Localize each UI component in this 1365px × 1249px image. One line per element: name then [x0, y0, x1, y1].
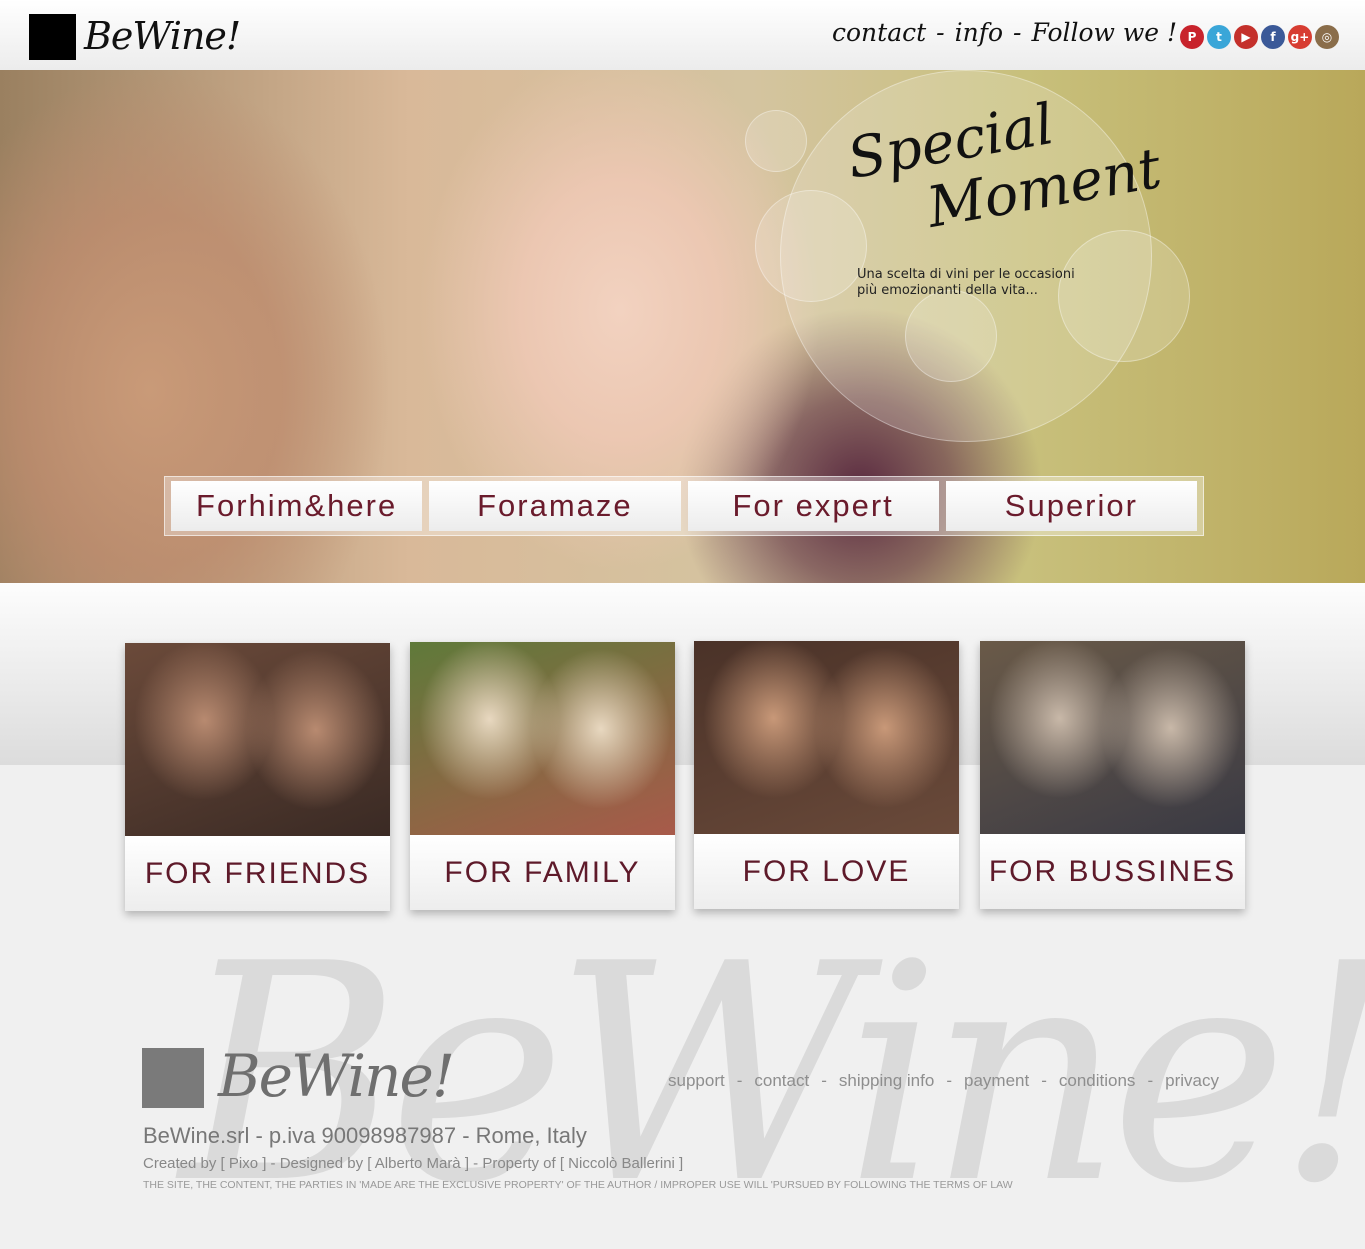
footer-link-separator: - — [1041, 1071, 1047, 1090]
tab-for-amaze[interactable]: Foramaze — [429, 481, 681, 531]
company-info: BeWine.srl - p.iva 90098987987 - Rome, I… — [143, 1123, 587, 1148]
card-for-bussines[interactable]: FOR BUSSINES — [980, 641, 1245, 909]
card-image[interactable] — [694, 641, 959, 834]
card-label[interactable]: FOR FAMILY — [410, 835, 675, 910]
hero-banner: Special Moment Una scelta di vini per le… — [0, 70, 1365, 583]
nav-separator: - — [936, 18, 945, 47]
footer-link-separator: - — [736, 1071, 743, 1090]
card-image[interactable] — [980, 641, 1245, 834]
category-tabs: Forhim&here Foramaze For expert Superior — [164, 476, 1204, 536]
card-label[interactable]: FOR BUSSINES — [980, 834, 1245, 909]
nav-follow[interactable]: Follow we ! — [1031, 18, 1177, 47]
site-header: BeWine! contact - info - Follow we ! Pt ▶ f g+ ◎ — [0, 0, 1365, 70]
card-label[interactable]: FOR FRIENDS — [125, 836, 390, 911]
credits: Created by [ Pixo ] - Designed by [ Albe… — [143, 1155, 684, 1172]
card-image[interactable] — [410, 642, 675, 835]
youtube-icon[interactable]: ▶ — [1234, 25, 1258, 49]
tab-for-him-here[interactable]: Forhim&here — [171, 481, 423, 531]
card-for-friends[interactable]: FOR FRIENDS — [125, 643, 390, 911]
pinterest-icon[interactable]: P — [1180, 25, 1204, 49]
footer-link-contact[interactable]: contact — [754, 1071, 809, 1090]
occasion-cards: FOR FRIENDS FOR FAMILY FOR LOVE FOR BUSS… — [125, 641, 1245, 911]
hero-subtitle-line1: Una scelta di vini per le occasioni — [857, 267, 1075, 282]
tab-for-expert[interactable]: For expert — [687, 481, 939, 531]
facebook-icon[interactable]: f — [1261, 25, 1285, 49]
tab-superior[interactable]: Superior — [945, 481, 1197, 531]
footer-link-payment[interactable]: payment — [964, 1071, 1029, 1090]
decor-bubble — [905, 290, 997, 382]
footer-logo-square[interactable] — [142, 1048, 204, 1108]
legal-notice: THE SITE, THE CONTENT, THE PARTIES IN 'M… — [143, 1179, 1013, 1191]
footer-link-separator: - — [821, 1071, 827, 1090]
nav-info[interactable]: info — [955, 18, 1003, 47]
footer-links: support - contact - shipping info - payment - co… — [668, 1071, 1219, 1091]
card-image[interactable] — [125, 643, 390, 836]
footer-link-separator: - — [946, 1071, 952, 1090]
footer-logo[interactable]: BeWine! — [218, 1042, 455, 1110]
google-plus-icon[interactable]: g+ — [1288, 25, 1312, 49]
social-icons: Pt ▶ f g+ ◎ — [1180, 25, 1339, 49]
card-for-family[interactable]: FOR FAMILY — [410, 642, 675, 910]
site-logo[interactable]: BeWine! — [84, 14, 241, 58]
footer-link-separator: - — [1147, 1071, 1154, 1090]
footer-link-support[interactable]: support — [668, 1071, 725, 1090]
footer-link-conditions[interactable]: conditions — [1059, 1071, 1136, 1090]
instagram-icon[interactable]: ◎ — [1315, 25, 1339, 49]
hero-subtitle: Una scelta di vini per le occasioni più … — [857, 267, 1097, 299]
logo-square[interactable] — [29, 14, 76, 60]
top-nav: contact - info - Follow we ! — [832, 18, 1177, 47]
nav-separator: - — [1013, 18, 1022, 47]
nav-contact[interactable]: contact — [832, 18, 926, 47]
footer-link-privacy[interactable]: privacy — [1165, 1071, 1219, 1090]
card-label[interactable]: FOR LOVE — [694, 834, 959, 909]
decor-bubble — [755, 190, 867, 302]
card-for-love[interactable]: FOR LOVE — [694, 641, 959, 909]
hero-subtitle-line2: più emozionanti della vita... — [857, 283, 1038, 298]
decor-bubble — [745, 110, 807, 172]
twitter-icon[interactable]: t — [1207, 25, 1231, 49]
footer-link-shipping-info[interactable]: shipping info — [839, 1071, 934, 1090]
